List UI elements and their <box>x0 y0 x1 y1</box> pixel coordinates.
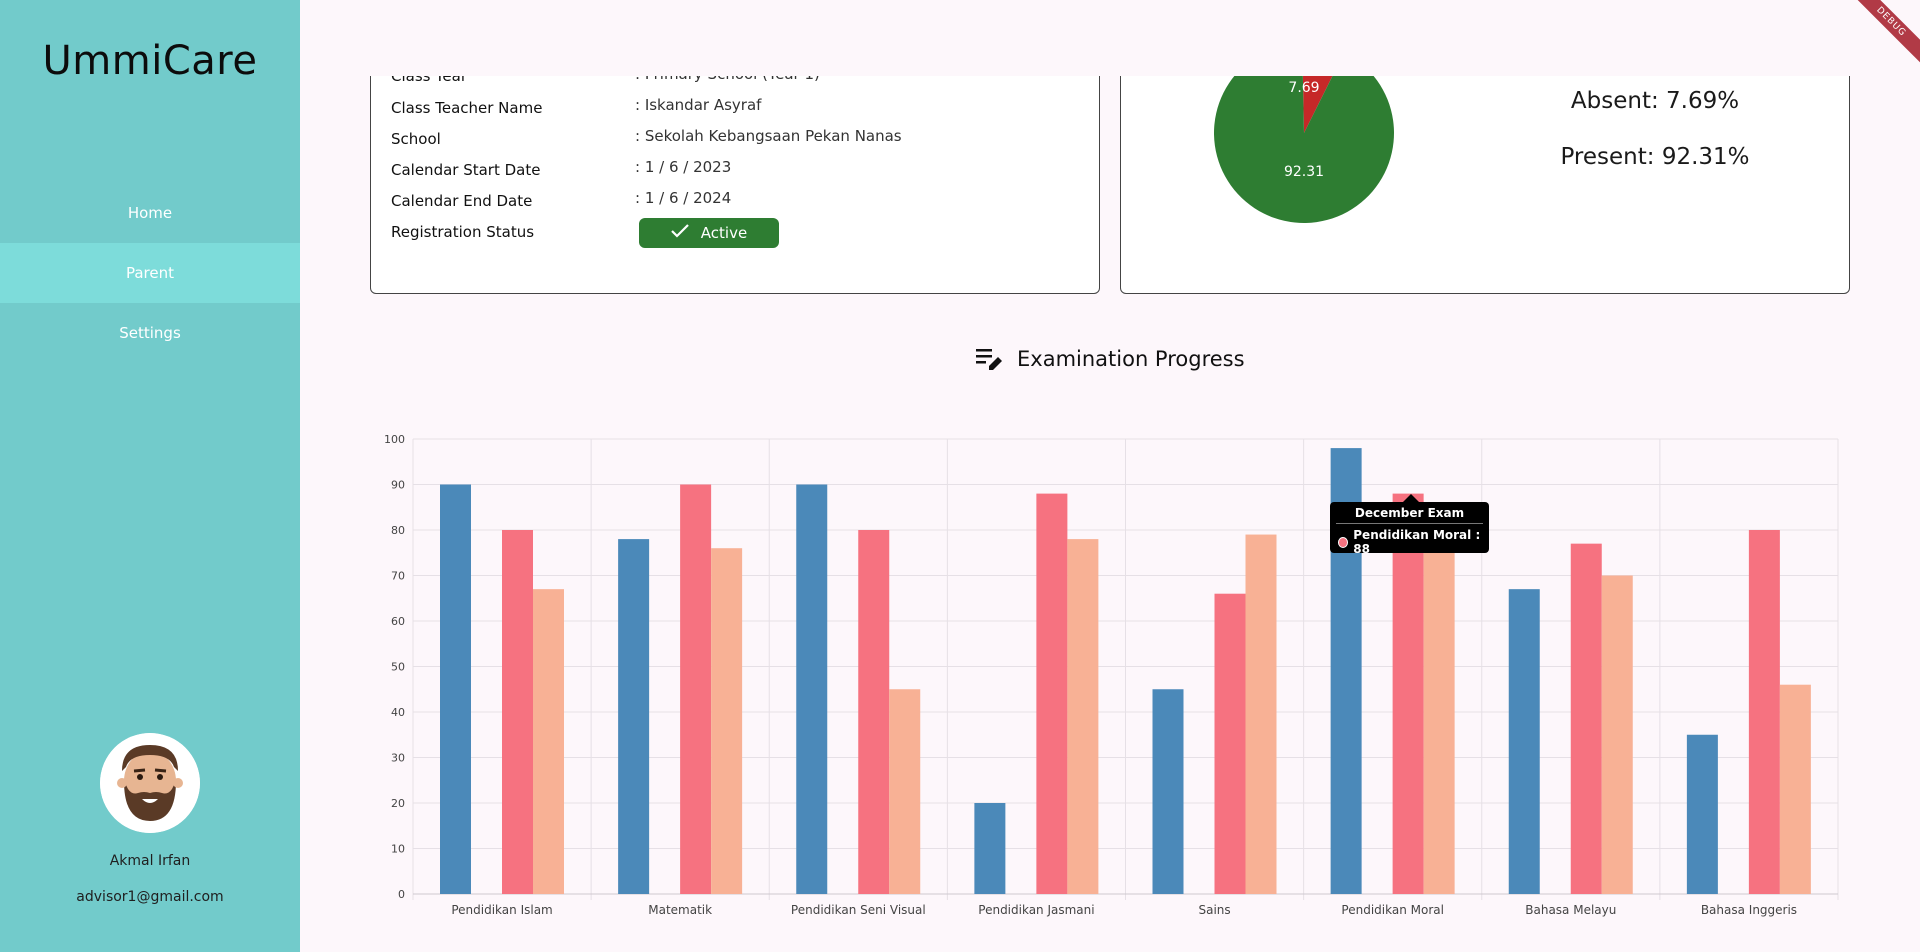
bar <box>1686 734 1718 894</box>
bar <box>533 589 564 894</box>
y-tick-label: 80 <box>391 524 405 537</box>
bar <box>1748 530 1780 894</box>
bar <box>1508 589 1540 894</box>
attendance-pie-chart: 7.69 92.31 <box>1214 43 1394 223</box>
pie-label-absent: 7.69 <box>1288 80 1319 96</box>
present-percentage: Present: 92.31% <box>1560 144 1750 170</box>
info-label-end-date: Calendar End Date <box>391 192 533 210</box>
x-tick-label: Sains <box>1198 903 1230 917</box>
y-tick-label: 70 <box>391 570 405 583</box>
x-tick-label: Matematik <box>648 903 712 917</box>
bar <box>796 484 828 894</box>
sidebar: UmmiCare Home Parent Settings Akmal Irfa… <box>0 0 300 952</box>
exam-progress-chart: 0 10 20 30 40 50 60 70 80 90 100 Pendidikan Islam Ma… <box>384 433 1839 917</box>
x-tick-label: Bahasa Melayu <box>1525 903 1616 917</box>
edit-note-icon <box>976 349 1002 370</box>
info-value-end-date: : 1 / 6 / 2024 <box>635 189 732 207</box>
bar <box>1423 534 1455 894</box>
tooltip-text: Pendidikan Moral : 88 <box>1353 528 1481 556</box>
status-badge: Active <box>639 218 779 248</box>
bar <box>440 484 471 894</box>
pie-label-present: 92.31 <box>1284 164 1324 180</box>
status-label: Active <box>700 224 748 242</box>
y-tick-label: 90 <box>391 479 405 492</box>
exam-section-title: Examination Progress <box>975 346 1245 372</box>
y-tick-label: 10 <box>391 843 405 856</box>
bar <box>1245 534 1277 894</box>
info-label-school: School <box>391 130 441 148</box>
avatar <box>100 733 200 833</box>
tooltip-arrow <box>1403 494 1419 502</box>
y-tick-label: 30 <box>391 752 405 765</box>
absent-percentage: Absent: 7.69% <box>1570 88 1740 114</box>
app-logo: UmmiCare <box>42 38 258 84</box>
y-tick-label: 0 <box>398 888 405 901</box>
info-label-teacher: Class Teacher Name <box>391 99 543 117</box>
bar <box>1601 575 1633 894</box>
tooltip-body: Pendidikan Moral : 88 <box>1338 528 1489 556</box>
x-tick-label: Pendidikan Islam <box>451 903 552 917</box>
check-icon <box>671 218 689 248</box>
bar <box>680 484 712 894</box>
bar <box>502 530 533 894</box>
info-value-school: : Sekolah Kebangsaan Pekan Nanas <box>635 127 902 145</box>
bar <box>1570 543 1602 894</box>
bar <box>1152 689 1184 894</box>
bar <box>889 689 921 894</box>
bearded-man-avatar-icon <box>100 733 200 833</box>
x-tick-label: Pendidikan Jasmani <box>978 903 1094 917</box>
x-tick-label: Pendidikan Seni Visual <box>791 903 926 917</box>
info-value-start-date: : 1 / 6 / 2023 <box>635 158 732 176</box>
y-tick-label: 40 <box>391 706 405 719</box>
bar <box>1036 493 1068 894</box>
bar <box>858 530 890 894</box>
bar <box>1214 593 1246 894</box>
bar <box>618 539 650 894</box>
tooltip-title: December Exam <box>1336 506 1483 524</box>
info-label-registration: Registration Status <box>391 223 535 241</box>
y-tick-label: 20 <box>391 797 405 810</box>
student-info-card: Class Year : Primary School (Year 1) Cla… <box>370 40 1100 294</box>
sidebar-nav: Home Parent Settings <box>0 183 300 363</box>
bar <box>1779 684 1811 894</box>
info-label-start-date: Calendar Start Date <box>391 161 541 179</box>
user-name: Akmal Irfan <box>109 853 191 869</box>
sidebar-item-parent[interactable]: Parent <box>0 243 300 303</box>
exam-section-title-text: Examination Progress <box>1017 347 1245 371</box>
sidebar-item-settings[interactable]: Settings <box>0 303 300 363</box>
y-tick-label: 100 <box>384 433 405 446</box>
bar <box>974 803 1006 894</box>
bar <box>1067 539 1099 894</box>
tooltip-series-dot <box>1338 536 1349 548</box>
y-tick-label: 50 <box>391 661 405 674</box>
y-tick-label: 60 <box>391 615 405 628</box>
chart-tooltip: December Exam Pendidikan Moral : 88 <box>1330 502 1489 556</box>
x-tick-label: Bahasa Inggeris <box>1701 903 1797 917</box>
x-tick-label: Pendidikan Moral <box>1341 903 1444 917</box>
sidebar-item-home[interactable]: Home <box>0 183 300 243</box>
top-header <box>300 0 1920 76</box>
user-email: advisor1@gmail.com <box>76 889 224 905</box>
info-value-teacher: : Iskandar Asyraf <box>635 96 762 114</box>
bar <box>711 548 743 894</box>
